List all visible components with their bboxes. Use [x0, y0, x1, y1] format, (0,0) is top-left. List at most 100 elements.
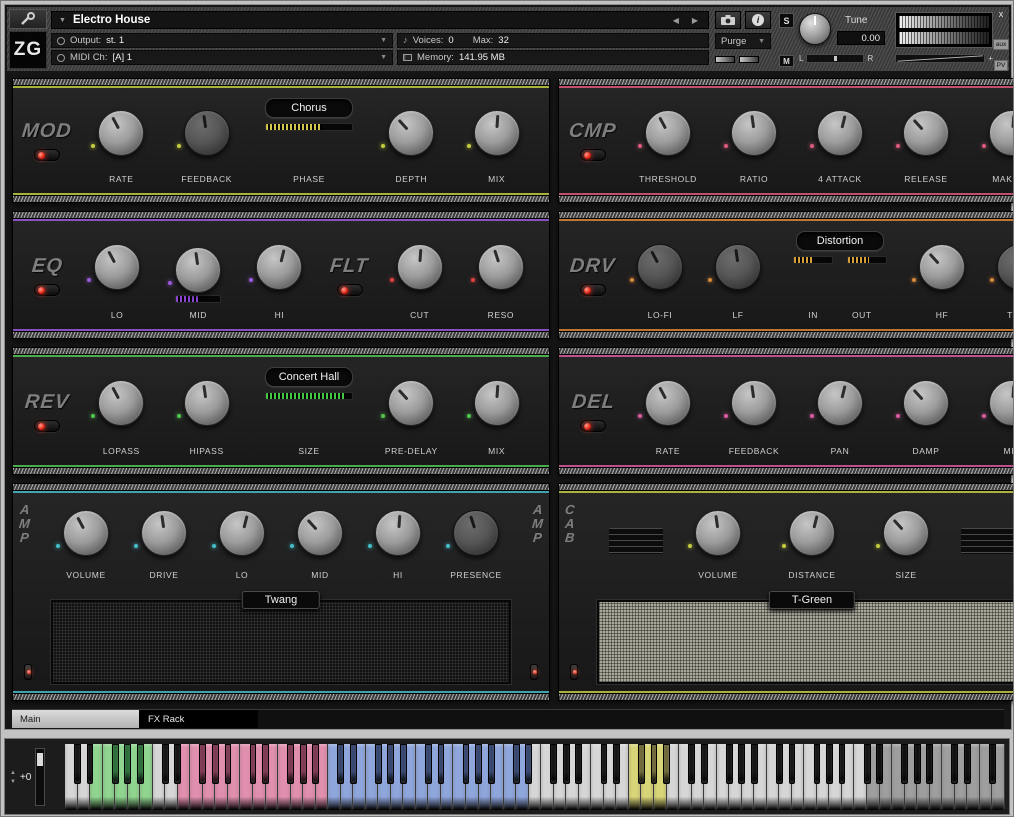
edit-wrench-button[interactable]	[9, 9, 47, 29]
black-key[interactable]	[300, 744, 307, 784]
amp-model-badge-twang[interactable]: Twang	[242, 591, 320, 609]
title-dropdown-icon[interactable]: ▼	[59, 17, 66, 24]
black-key[interactable]	[789, 744, 796, 784]
pv-button[interactable]: PV	[994, 60, 1009, 71]
knob-mix[interactable]	[989, 380, 1014, 426]
black-key[interactable]	[525, 744, 532, 784]
black-key[interactable]	[337, 744, 344, 784]
tab-fx-rack[interactable]: FX Rack	[140, 710, 258, 728]
transpose-up-icon[interactable]: ▲	[10, 770, 16, 776]
pan-groove[interactable]	[806, 54, 864, 63]
tab-main[interactable]: Main	[12, 710, 140, 728]
black-key[interactable]	[212, 744, 219, 784]
knob-pre-delay[interactable]	[388, 380, 434, 426]
black-key[interactable]	[876, 744, 883, 784]
black-key[interactable]	[425, 744, 432, 784]
black-key[interactable]	[839, 744, 846, 784]
knob-mix[interactable]	[474, 380, 520, 426]
knob-volume[interactable]	[63, 510, 109, 556]
knob-mix[interactable]	[474, 110, 520, 156]
power-switch-drv[interactable]	[580, 284, 606, 296]
knob-tone[interactable]	[997, 244, 1014, 290]
knob-lo[interactable]	[94, 244, 140, 290]
snapshot-camera-button[interactable]	[715, 11, 741, 29]
power-switch-eq[interactable]	[34, 284, 60, 296]
black-key[interactable]	[287, 744, 294, 784]
aux-button[interactable]: aux	[993, 39, 1009, 50]
black-key[interactable]	[738, 744, 745, 784]
black-key[interactable]	[688, 744, 695, 784]
knob-size[interactable]	[883, 510, 929, 556]
midi-channel-select[interactable]: MIDI Ch: [A] 1 ▼	[51, 50, 393, 65]
title-bar[interactable]: ▼ Electro House ◀ ▶	[51, 11, 709, 29]
black-key[interactable]	[826, 744, 833, 784]
knob-ratio[interactable]	[731, 110, 777, 156]
midi-dropdown-arrow[interactable]: ▼	[380, 54, 387, 61]
knob-lopass[interactable]	[98, 380, 144, 426]
black-key[interactable]	[262, 744, 269, 784]
black-key[interactable]	[964, 744, 971, 784]
black-key[interactable]	[513, 744, 520, 784]
prev-instrument-arrow[interactable]: ◀	[670, 16, 682, 25]
black-key[interactable]	[438, 744, 445, 784]
keyboard-scroll-strip[interactable]	[35, 748, 45, 806]
black-key[interactable]	[951, 744, 958, 784]
transpose-spinner[interactable]: ▲ ▼	[10, 770, 16, 785]
purge-menu[interactable]: Purge ▼	[715, 33, 771, 49]
volume-groove[interactable]	[895, 54, 985, 63]
black-key[interactable]	[350, 744, 357, 784]
black-key[interactable]	[563, 744, 570, 784]
mute-button[interactable]: M	[779, 55, 794, 67]
black-key[interactable]	[312, 744, 319, 784]
solo-button[interactable]: S	[779, 13, 794, 28]
knob-presence[interactable]	[453, 510, 499, 556]
info-button[interactable]: i	[745, 11, 771, 29]
knob-rate[interactable]	[645, 380, 691, 426]
black-key[interactable]	[601, 744, 608, 784]
black-key[interactable]	[989, 744, 996, 784]
knob-damp[interactable]	[903, 380, 949, 426]
knob-hi[interactable]	[256, 244, 302, 290]
black-key[interactable]	[387, 744, 394, 784]
black-key[interactable]	[926, 744, 933, 784]
power-switch-rev[interactable]	[34, 420, 60, 432]
pan-handle[interactable]	[834, 56, 837, 61]
black-key[interactable]	[776, 744, 783, 784]
output-select[interactable]: Output: st. 1 ▼	[51, 33, 393, 48]
black-key[interactable]	[814, 744, 821, 784]
knob-mid[interactable]	[297, 510, 343, 556]
knob-volume[interactable]	[695, 510, 741, 556]
knob-threshold[interactable]	[645, 110, 691, 156]
black-key[interactable]	[400, 744, 407, 784]
black-key[interactable]	[550, 744, 557, 784]
black-key[interactable]	[162, 744, 169, 784]
knob-reso[interactable]	[478, 244, 524, 290]
purge-dropdown-arrow[interactable]: ▼	[758, 38, 765, 45]
knob-lf[interactable]	[715, 244, 761, 290]
knob-lo-fi[interactable]	[637, 244, 683, 290]
black-key[interactable]	[112, 744, 119, 784]
knob-pan[interactable]	[817, 380, 863, 426]
black-key[interactable]	[375, 744, 382, 784]
keyboard-scroll-thumb[interactable]	[37, 753, 43, 766]
black-key[interactable]	[864, 744, 871, 784]
black-key[interactable]	[701, 744, 708, 784]
power-switch-flt[interactable]	[337, 284, 363, 296]
knob-cut[interactable]	[397, 244, 443, 290]
black-key[interactable]	[488, 744, 495, 784]
knob-depth[interactable]	[388, 110, 434, 156]
display-distortion[interactable]: Distortion	[796, 231, 884, 251]
black-key[interactable]	[663, 744, 670, 784]
knob-distance[interactable]	[789, 510, 835, 556]
knob-feedback[interactable]	[184, 110, 230, 156]
amp-model-badge-t-green[interactable]: T-Green	[769, 591, 855, 609]
tune-knob[interactable]	[799, 13, 831, 45]
black-key[interactable]	[199, 744, 206, 784]
display-chorus[interactable]: Chorus	[265, 98, 353, 118]
knob-rate[interactable]	[98, 110, 144, 156]
knob-4-attack[interactable]	[817, 110, 863, 156]
black-key[interactable]	[751, 744, 758, 784]
black-key[interactable]	[174, 744, 181, 784]
power-switch-del[interactable]	[580, 420, 606, 432]
black-key[interactable]	[613, 744, 620, 784]
